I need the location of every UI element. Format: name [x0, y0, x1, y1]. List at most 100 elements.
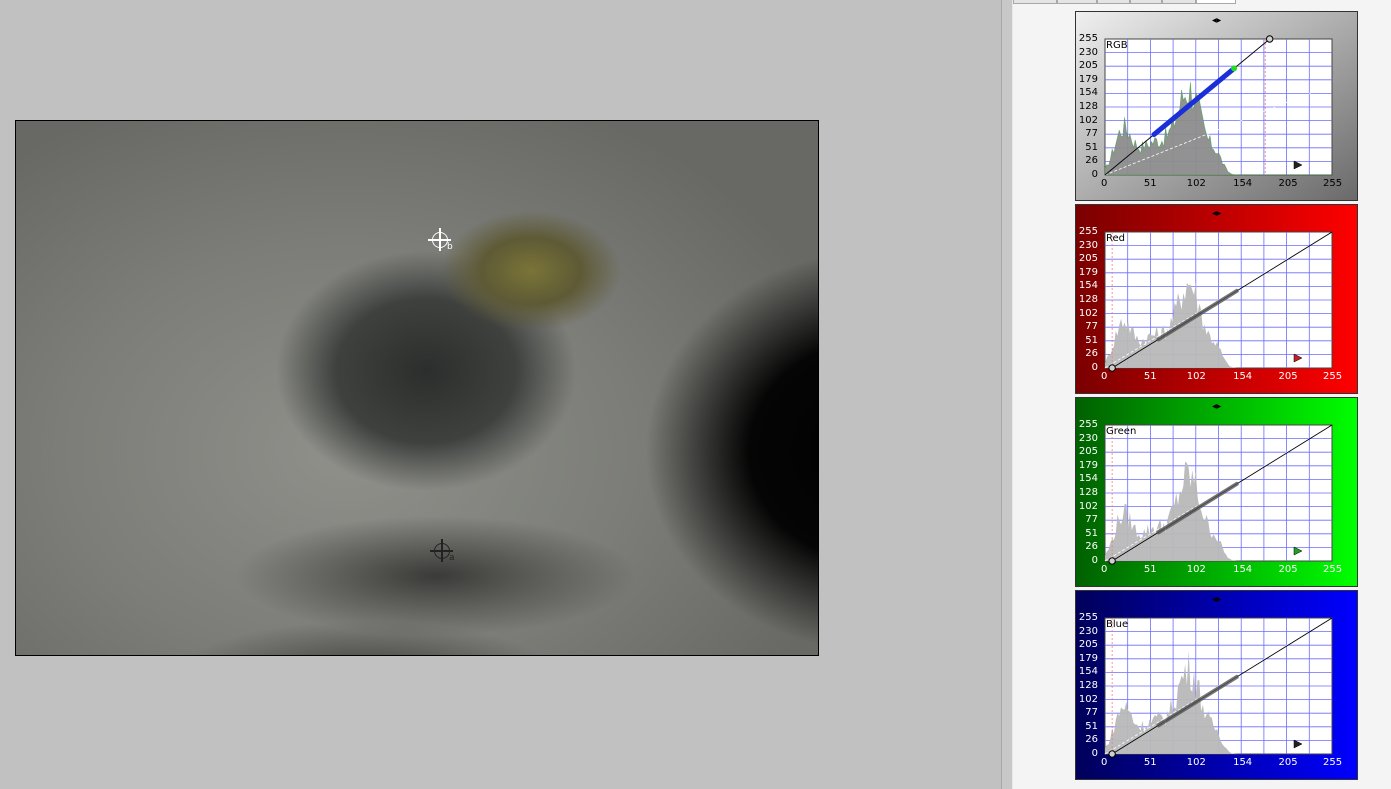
- x-tick-label: 205: [1278, 564, 1298, 575]
- y-tick-label: 51: [1085, 720, 1098, 732]
- y-tick-label: 154: [1078, 473, 1098, 485]
- x-tick-label: 102: [1186, 757, 1206, 768]
- x-tick-label: 255: [1323, 178, 1343, 189]
- y-tick-label: 230: [1078, 625, 1098, 637]
- up-down-arrow-icon[interactable]: ◀▶: [1212, 210, 1221, 218]
- stone-face-photo[interactable]: b a: [15, 120, 819, 656]
- panel-splitter[interactable]: [1001, 0, 1013, 789]
- y-tick-label: 179: [1078, 652, 1098, 664]
- up-down-arrow-icon[interactable]: ◀▶: [1212, 403, 1221, 411]
- x-tick-label: 0: [1101, 564, 1108, 575]
- y-tick-label: 0: [1091, 362, 1098, 373]
- y-tick-label: 255: [1078, 33, 1098, 44]
- y-tick-label: 0: [1091, 555, 1098, 566]
- x-tick-label: 102: [1186, 371, 1206, 382]
- up-down-arrow-icon[interactable]: ◀▶: [1212, 17, 1221, 25]
- y-tick-label: 205: [1078, 639, 1098, 651]
- y-tick-label: 0: [1091, 748, 1098, 759]
- curve-control-point-icon[interactable]: [1108, 364, 1116, 372]
- y-tick-label: 255: [1078, 226, 1098, 237]
- x-tick-label: 0: [1101, 371, 1108, 382]
- y-tick-label: 77: [1085, 128, 1098, 140]
- sample-target-b-label: b: [447, 242, 453, 252]
- y-tick-label: 128: [1078, 487, 1098, 498]
- x-tick-label: 255: [1323, 564, 1343, 575]
- y-tick-label: 102: [1078, 307, 1098, 319]
- y-tick-label: 128: [1078, 294, 1098, 305]
- x-tick-label: 255: [1323, 371, 1343, 382]
- y-tick-label: 102: [1078, 114, 1098, 126]
- x-tick-label: 255: [1323, 757, 1343, 768]
- y-tick-label: 179: [1078, 73, 1098, 85]
- x-tick-label: 154: [1233, 371, 1253, 382]
- tab-1[interactable]: [1013, 0, 1057, 4]
- y-tick-label: 179: [1078, 266, 1098, 278]
- curve-control-point-icon[interactable]: [1108, 557, 1116, 565]
- y-tick-label: 179: [1078, 459, 1098, 471]
- panel-tabs: [1013, 0, 1391, 5]
- curve-panel-green[interactable]: ◀▶ Green 255 230 205 179 154 128 102 77 51 26 0 0 51 10…: [1075, 397, 1358, 587]
- y-tick-label: 102: [1078, 693, 1098, 705]
- y-tick-label: 205: [1078, 446, 1098, 458]
- y-tick-label: 26: [1085, 541, 1098, 553]
- tab-6[interactable]: [1196, 0, 1236, 4]
- channel-label: Blue: [1106, 619, 1129, 630]
- active-point-icon: [1231, 65, 1238, 72]
- sample-target-b-icon[interactable]: [428, 228, 451, 251]
- x-tick-label: 51: [1143, 757, 1157, 768]
- y-tick-label: 77: [1085, 514, 1098, 526]
- channel-label: Red: [1106, 233, 1125, 244]
- y-tick-label: 0: [1091, 169, 1098, 180]
- x-tick-label: 0: [1101, 757, 1108, 768]
- curve-control-point-icon[interactable]: [1108, 750, 1116, 758]
- y-tick-label: 51: [1085, 334, 1098, 346]
- x-tick-label: 154: [1233, 757, 1253, 768]
- tab-4[interactable]: [1130, 0, 1162, 4]
- y-tick-label: 26: [1085, 734, 1098, 746]
- sample-target-a-label: a: [449, 553, 455, 563]
- sample-target-a-icon[interactable]: [430, 539, 453, 562]
- x-tick-label: 102: [1186, 564, 1206, 575]
- curve-panel-red[interactable]: ◀▶ Red 255 230 205 179 154 128 102 77 51 26 0 0 51 102 1…: [1075, 204, 1358, 394]
- y-tick-label: 128: [1078, 680, 1098, 691]
- x-tick-label: 205: [1278, 371, 1298, 382]
- y-tick-label: 77: [1085, 321, 1098, 333]
- y-tick-label: 205: [1078, 253, 1098, 265]
- y-tick-label: 102: [1078, 500, 1098, 512]
- image-viewport[interactable]: b a: [0, 0, 1001, 789]
- y-tick-label: 154: [1078, 87, 1098, 99]
- y-tick-label: 26: [1085, 155, 1098, 167]
- y-tick-label: 77: [1085, 707, 1098, 719]
- curve-panel-blue[interactable]: ◀▶ Blue 255 230 205 179 154 128 102 77 51 26 0 0 51 102…: [1075, 590, 1358, 780]
- tab-2[interactable]: [1057, 0, 1097, 4]
- y-tick-label: 51: [1085, 141, 1098, 153]
- x-tick-label: 0: [1101, 178, 1108, 189]
- curve-control-point-icon[interactable]: [1265, 35, 1274, 43]
- y-tick-label: 26: [1085, 348, 1098, 360]
- y-tick-label: 51: [1085, 527, 1098, 539]
- tab-3[interactable]: [1097, 0, 1130, 4]
- x-tick-label: 154: [1233, 178, 1253, 189]
- y-tick-label: 255: [1078, 612, 1098, 623]
- y-tick-label: 205: [1078, 60, 1098, 72]
- y-tick-label: 230: [1078, 432, 1098, 444]
- x-tick-label: 154: [1233, 564, 1253, 575]
- y-tick-label: 255: [1078, 419, 1098, 430]
- x-tick-label: 51: [1143, 371, 1157, 382]
- x-tick-label: 205: [1278, 757, 1298, 768]
- y-tick-label: 154: [1078, 280, 1098, 292]
- x-tick-label: 51: [1143, 178, 1157, 189]
- tab-5[interactable]: [1162, 0, 1196, 4]
- y-tick-label: 230: [1078, 46, 1098, 58]
- x-tick-label: 102: [1186, 178, 1206, 189]
- x-tick-label: 205: [1278, 178, 1298, 189]
- curves-panel: ◀▶ RGB 255 230 205 179 154 128 102 77 51 26 0 0 51 102 1…: [1013, 0, 1391, 789]
- up-down-arrow-icon[interactable]: ◀▶: [1212, 596, 1221, 604]
- curve-panel-rgb[interactable]: ◀▶ RGB 255 230 205 179 154 128 102 77 51 26 0 0 51 102 1…: [1075, 11, 1358, 201]
- y-tick-label: 230: [1078, 239, 1098, 251]
- channel-label: Green: [1106, 426, 1137, 437]
- y-tick-label: 128: [1078, 101, 1098, 112]
- x-tick-label: 51: [1143, 564, 1157, 575]
- channel-label: RGB: [1106, 40, 1128, 51]
- y-tick-label: 154: [1078, 666, 1098, 678]
